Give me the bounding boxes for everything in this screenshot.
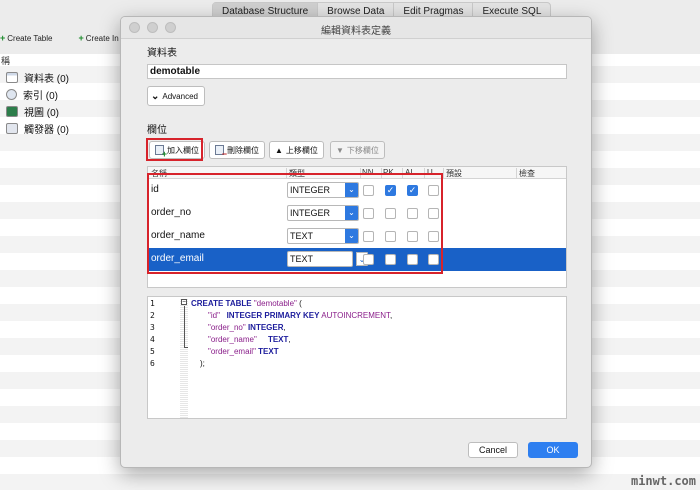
tree-item-views[interactable]: 視圖 (0) — [6, 104, 59, 119]
fields-highlight — [147, 173, 443, 274]
line-number: 6 — [150, 359, 155, 368]
line-number: 3 — [150, 323, 155, 332]
add-icon: + — [0, 33, 6, 43]
remove-field-label: 刪除欄位 — [227, 145, 259, 155]
tree-item-label: 觸發器 (0) — [24, 125, 69, 136]
tree-item-indexes[interactable]: 索引 (0) — [6, 87, 58, 102]
add-field-highlight — [146, 138, 203, 161]
remove-field-button[interactable]: 刪除欄位 — [209, 141, 265, 159]
move-down-button[interactable]: ▼ 下移欄位 — [330, 141, 385, 159]
move-up-button[interactable]: ▲ 上移欄位 — [269, 141, 324, 159]
move-up-label: 上移欄位 — [285, 145, 318, 155]
fold-guide-end — [184, 347, 188, 348]
tree-item-label: 索引 (0) — [23, 91, 58, 102]
table-icon — [6, 72, 18, 83]
index-icon — [6, 89, 17, 100]
sql-line-1: CREATE TABLE "demotable" ( — [191, 299, 302, 308]
sql-line-6: ); — [200, 359, 205, 368]
sql-identifier: "order_name" — [208, 335, 257, 344]
create-table-label: Create Table — [7, 33, 53, 43]
column-header-default[interactable]: 預設 — [446, 168, 462, 179]
column-divider — [443, 168, 444, 178]
tree-row-bg — [0, 474, 700, 490]
sql-punct: , — [283, 323, 286, 332]
dialog-title: 編輯資料表定義 — [321, 26, 391, 37]
tree-item-tables[interactable]: 資料表 (0) — [6, 70, 69, 85]
chevron-down-icon: ⌄ — [151, 90, 160, 102]
edit-table-dialog: 編輯資料表定義 資料表 demotable ⌄ Advanced 欄位 加入欄位… — [120, 16, 592, 468]
advanced-toggle-button[interactable]: ⌄ Advanced — [147, 86, 205, 106]
sql-line-5: "order_email" TEXT — [208, 347, 279, 356]
cancel-button[interactable]: Cancel — [468, 442, 518, 458]
add-icon: + — [78, 33, 84, 43]
tree-column-header: 稱 — [1, 56, 11, 66]
sql-line-2: "id" INTEGER PRIMARY KEY AUTOINCREMENT, — [208, 311, 392, 320]
sql-keyword: CREATE TABLE — [191, 299, 252, 308]
sql-identifier: "order_no" — [208, 323, 246, 332]
line-number: 1 — [150, 299, 155, 308]
sql-keyword: AUTOINCREMENT — [321, 311, 391, 320]
tree-item-triggers[interactable]: 觸發器 (0) — [6, 121, 69, 136]
tree-item-label: 視圖 (0) — [24, 108, 59, 119]
sql-identifier: "order_email" — [208, 347, 256, 356]
view-icon — [6, 106, 18, 117]
sql-punct: , — [390, 311, 393, 320]
advanced-label: Advanced — [162, 91, 198, 101]
sql-identifier: "id" — [208, 311, 220, 320]
line-number: 4 — [150, 335, 155, 344]
triangle-down-icon: ▼ — [336, 145, 344, 155]
sql-keyword: TEXT — [258, 347, 279, 356]
sql-punct: ( — [296, 299, 302, 308]
remove-field-icon — [215, 145, 227, 159]
create-table-button[interactable]: + Create Table — [0, 33, 52, 43]
tree-item-label: 資料表 (0) — [24, 74, 69, 85]
column-header-check[interactable]: 檢查 — [519, 168, 535, 179]
line-number: 2 — [150, 311, 155, 320]
fields-section-label: 欄位 — [147, 125, 167, 136]
sql-line-4: "order_name" TEXT, — [208, 335, 291, 344]
sql-keyword: INTEGER — [247, 323, 284, 332]
table-name-input[interactable]: demotable — [147, 64, 567, 79]
dialog-titlebar: 編輯資料表定義 — [121, 17, 591, 39]
sql-punct: , — [288, 335, 291, 344]
column-divider — [516, 168, 517, 178]
triangle-up-icon: ▲ — [275, 145, 283, 155]
create-index-button[interactable]: + Create In — [78, 33, 118, 43]
sql-line-3: "order_no" INTEGER, — [208, 323, 286, 332]
move-down-label: 下移欄位 — [346, 145, 379, 155]
fold-guide — [184, 306, 185, 347]
table-section-label: 資料表 — [147, 48, 177, 59]
sql-keyword: INTEGER PRIMARY KEY — [226, 311, 320, 320]
create-index-label: Create In — [85, 33, 119, 43]
line-number: 5 — [150, 347, 155, 356]
line-number-gutter: 1 2 3 4 5 6 — [148, 297, 180, 418]
sql-identifier: "demotable" — [253, 299, 297, 308]
watermark: minwt.com — [630, 474, 696, 488]
sql-preview-editor[interactable]: 1 2 3 4 5 6 − CREATE TABLE "demotable" (… — [147, 296, 567, 419]
trigger-icon — [6, 123, 18, 134]
sql-keyword: TEXT — [267, 335, 289, 344]
ok-button[interactable]: OK — [528, 442, 578, 458]
fold-toggle-icon[interactable]: − — [181, 299, 187, 305]
